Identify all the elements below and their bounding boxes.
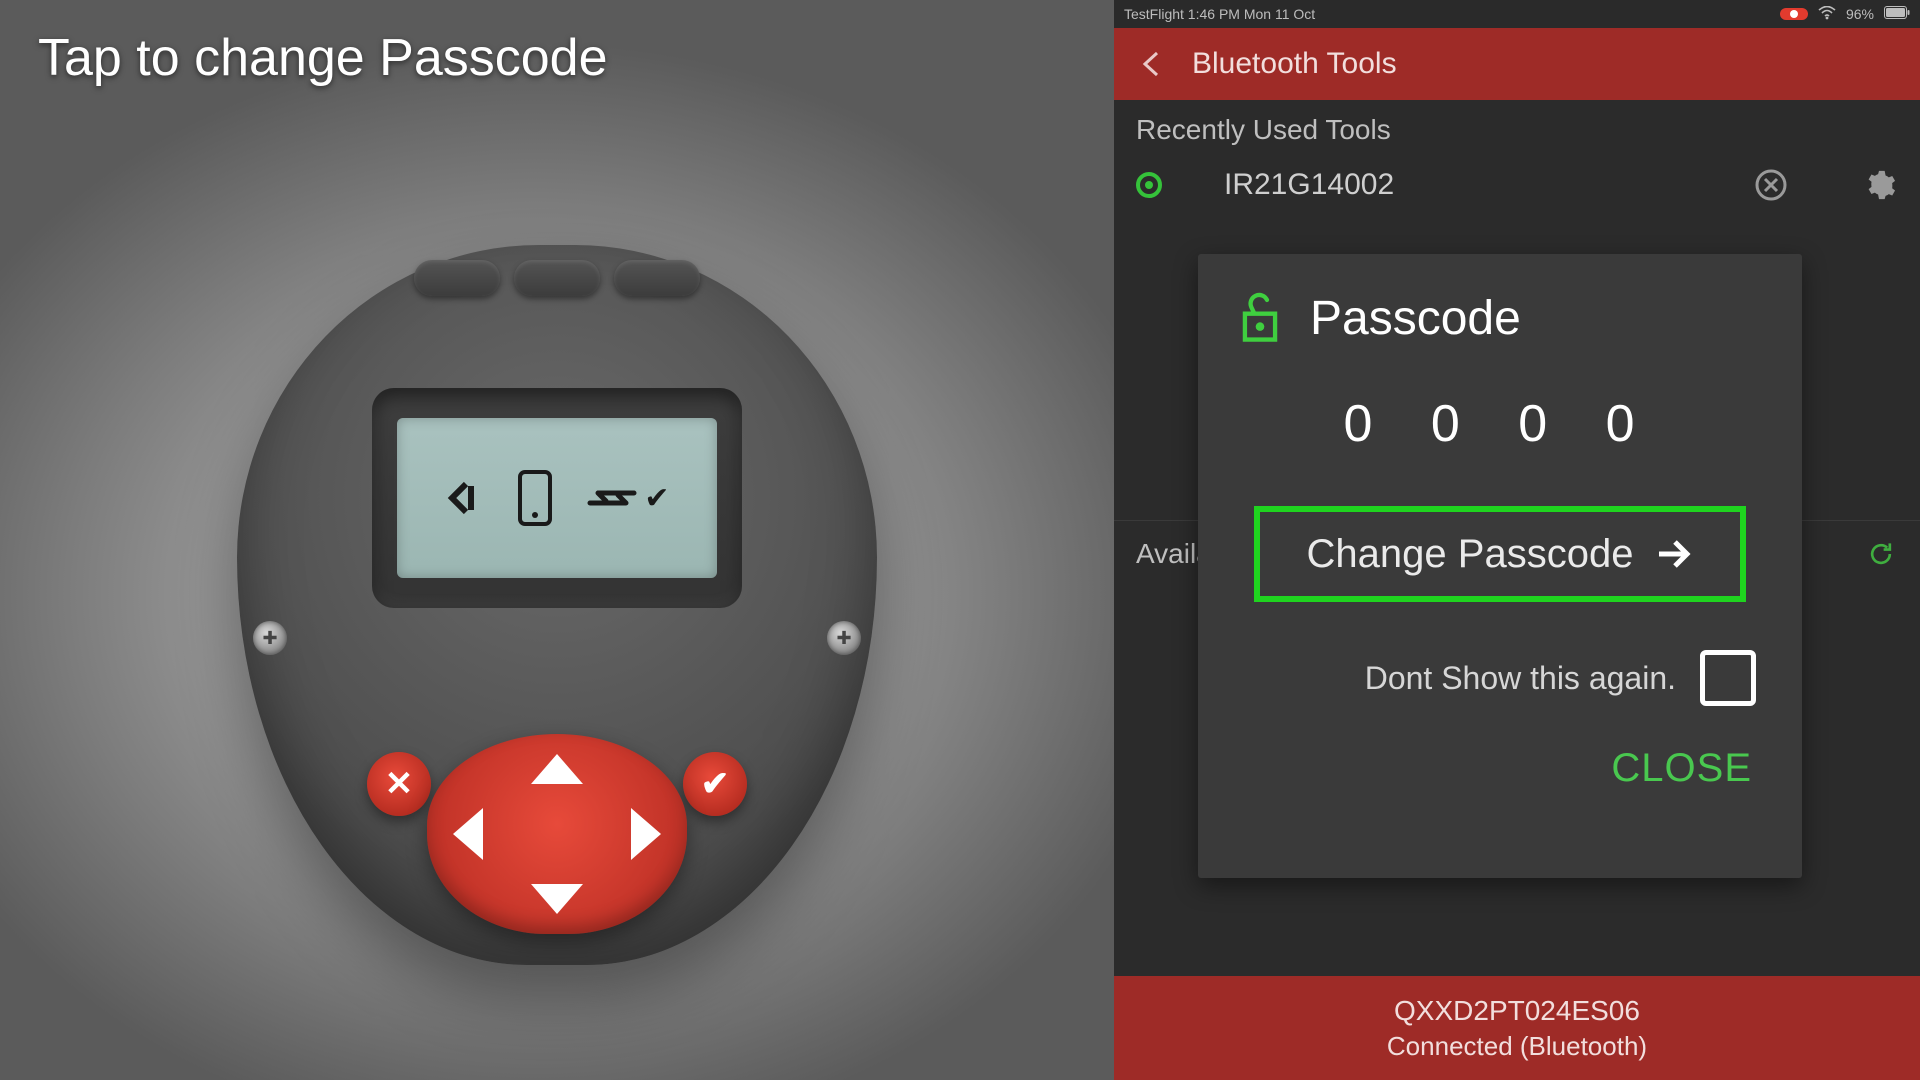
tool-settings-button[interactable]: [1860, 166, 1898, 204]
battery-icon: [1884, 6, 1910, 22]
device-ok-button: ✔: [683, 752, 747, 816]
lcd-back-icon: [444, 478, 484, 518]
back-button[interactable]: [1134, 46, 1170, 82]
lcd-check-icon: ✔: [644, 481, 669, 516]
dont-show-checkbox[interactable]: [1700, 650, 1756, 706]
device-dpad: [427, 734, 687, 934]
dont-show-label: Dont Show this again.: [1365, 660, 1676, 697]
lcd-phone-icon: [518, 470, 552, 526]
recent-tools-header: Recently Used Tools: [1114, 100, 1920, 156]
device-photo: Tap to change Passcode ✔ ✕ ✔: [0, 0, 1114, 1080]
ios-status-bar: TestFlight 1:46 PM Mon 11 Oct 96%: [1114, 0, 1920, 28]
arrow-right-icon: [1653, 534, 1693, 574]
device-cancel-button: ✕: [367, 752, 431, 816]
connection-footer: QXXD2PT024ES06 Connected (Bluetooth): [1114, 976, 1920, 1080]
change-passcode-button[interactable]: Change Passcode: [1254, 506, 1746, 602]
nav-title: Bluetooth Tools: [1192, 47, 1397, 81]
instruction-text: Tap to change Passcode: [38, 28, 608, 88]
close-button[interactable]: CLOSE: [1234, 746, 1766, 791]
passcode-title: Passcode: [1310, 291, 1521, 346]
tool-remove-button[interactable]: [1752, 166, 1790, 204]
passcode-modal: Passcode 0 0 0 0 Change Passcode Dont Sh…: [1198, 254, 1802, 878]
device-lcd: ✔: [397, 418, 717, 578]
nav-bar: Bluetooth Tools: [1114, 28, 1920, 100]
connection-status-icon: [1136, 172, 1162, 198]
battery-percent: 96%: [1846, 6, 1874, 22]
lcd-sync-icon: ✔: [586, 481, 669, 516]
tool-device: ✔ ✕ ✔: [157, 195, 957, 1015]
status-left-text: TestFlight 1:46 PM Mon 11 Oct: [1124, 6, 1315, 22]
tool-name-label: IR21G14002: [1184, 168, 1730, 202]
tool-row[interactable]: IR21G14002: [1114, 156, 1920, 220]
footer-serial: QXXD2PT024ES06: [1394, 995, 1640, 1027]
unlock-icon: [1234, 290, 1286, 346]
refresh-button[interactable]: [1864, 537, 1898, 571]
screen-record-pill[interactable]: [1780, 8, 1808, 20]
footer-status: Connected (Bluetooth): [1387, 1031, 1647, 1062]
change-passcode-label: Change Passcode: [1307, 532, 1634, 577]
wifi-icon: [1818, 6, 1836, 23]
passcode-value: 0 0 0 0: [1234, 394, 1766, 454]
